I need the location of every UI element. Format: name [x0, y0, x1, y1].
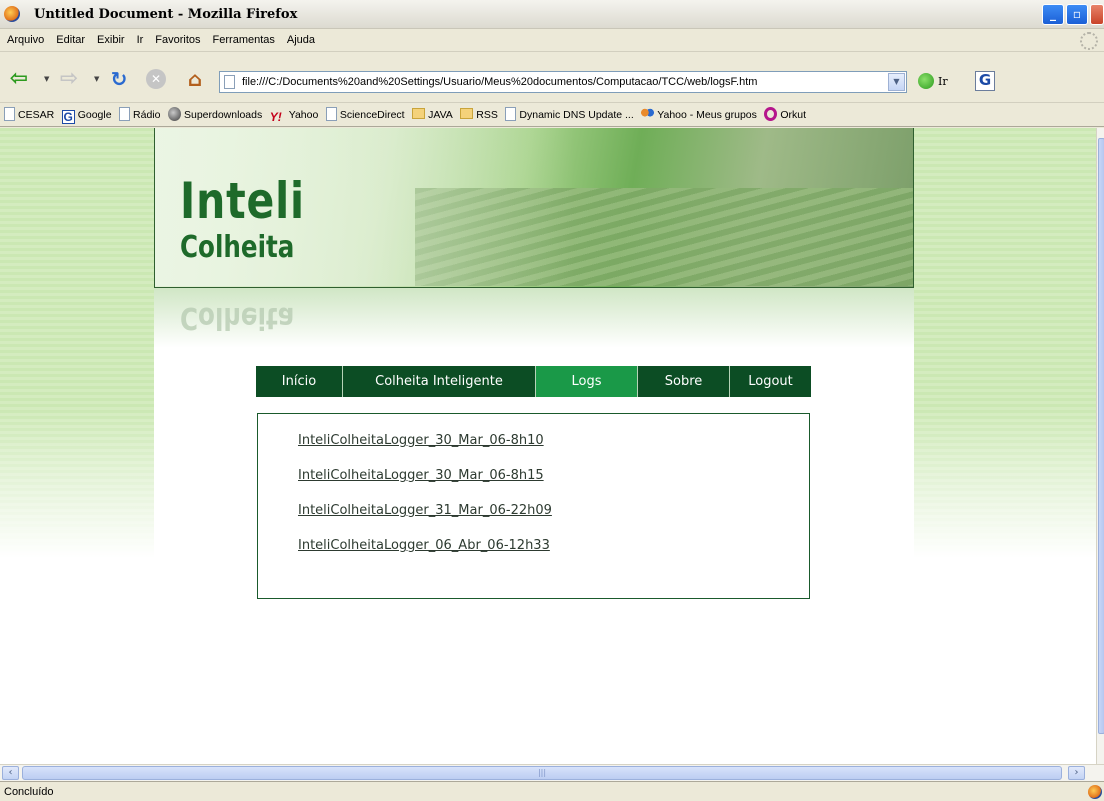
bookmark-radio[interactable]: Rádio [119, 107, 160, 121]
navigation-toolbar: ⇦ ▼ ⇨ ▼ ↻ ✕ ⌂ file:///C:/Documents%20and… [0, 52, 1104, 103]
bookmark-orkut[interactable]: Orkut [764, 107, 806, 121]
home-button[interactable]: ⌂ [182, 66, 208, 92]
status-text: Concluído [4, 786, 54, 798]
bookmark-superdownloads[interactable]: Superdownloads [167, 107, 262, 121]
search-engine-icon[interactable]: G [975, 71, 995, 91]
menu-favoritos[interactable]: Favoritos [148, 29, 205, 46]
logs-list: InteliColheitaLogger_30_Mar_06-8h10 Inte… [257, 413, 810, 599]
forward-button[interactable]: ⇨ [56, 66, 82, 92]
reload-button[interactable]: ↻ [106, 66, 132, 92]
bookmark-java[interactable]: JAVA [412, 108, 453, 121]
address-bar[interactable]: file:///C:/Documents%20and%20Settings/Us… [219, 71, 907, 93]
nav-sobre[interactable]: Sobre [638, 366, 730, 397]
folder-icon [460, 108, 474, 119]
throbber-icon [1080, 32, 1098, 50]
page-content: Inteli Colheita Colheita Início Colheita… [0, 128, 1096, 764]
group-icon [641, 107, 655, 121]
menu-arquivo[interactable]: Arquivo [0, 29, 49, 46]
close-button[interactable] [1090, 4, 1104, 25]
back-button[interactable]: ⇦ [6, 66, 32, 92]
orkut-icon [764, 107, 778, 121]
site-nav: Início Colheita Inteligente Logs Sobre L… [256, 366, 811, 397]
menu-ir[interactable]: Ir [130, 29, 149, 46]
logo-colheita: Colheita [180, 230, 295, 265]
page-icon [119, 107, 131, 121]
go-icon[interactable] [918, 73, 934, 89]
bookmark-sciencedirect[interactable]: ScienceDirect [325, 107, 405, 121]
firefox-status-icon [1088, 785, 1102, 799]
log-link[interactable]: InteliColheitaLogger_06_Abr_06-12h33 [298, 538, 550, 553]
forward-dropdown-icon[interactable]: ▼ [94, 75, 99, 83]
google-icon: G [61, 110, 75, 124]
maximize-button[interactable]: ▫ [1066, 4, 1088, 25]
menu-bar: Arquivo Editar Exibir Ir Favoritos Ferramenta… [0, 29, 1104, 52]
folder-icon [412, 108, 426, 119]
nav-logs[interactable]: Logs [536, 366, 638, 397]
horizontal-scrollbar[interactable]: ‹ ||| › [0, 764, 1104, 781]
menu-ajuda[interactable]: Ajuda [280, 29, 320, 46]
logo-reflection: Colheita [180, 300, 295, 335]
bookmark-google[interactable]: G Google [61, 109, 112, 124]
bookmark-cesar[interactable]: CESAR [4, 107, 54, 121]
vertical-scrollbar[interactable] [1096, 128, 1104, 764]
nav-logout[interactable]: Logout [730, 366, 811, 397]
nav-inicio[interactable]: Início [256, 366, 343, 397]
status-bar: Concluído [0, 781, 1104, 801]
firefox-icon [4, 6, 20, 22]
page-icon [4, 107, 15, 121]
title-bar: Untitled Document - Mozilla Firefox _ ▫ [0, 0, 1104, 29]
horizontal-scroll-thumb[interactable]: ||| [22, 766, 1062, 780]
url-dropdown-icon[interactable]: ▼ [888, 73, 905, 91]
bookmark-yahoo-groups[interactable]: Yahoo - Meus grupos [641, 107, 757, 121]
page-icon [505, 107, 517, 121]
vertical-scroll-thumb[interactable] [1098, 138, 1104, 734]
url-text[interactable]: file:///C:/Documents%20and%20Settings/Us… [242, 76, 757, 88]
window-title: Untitled Document - Mozilla Firefox [34, 7, 298, 22]
page-icon [325, 107, 337, 121]
menu-exibir[interactable]: Exibir [90, 29, 130, 46]
page-icon [224, 75, 235, 89]
bookmark-yahoo[interactable]: Y! Yahoo [270, 109, 319, 124]
menu-ferramentas[interactable]: Ferramentas [206, 29, 280, 46]
globe-icon [167, 107, 181, 121]
stop-button[interactable]: ✕ [146, 69, 166, 89]
log-link[interactable]: InteliColheitaLogger_30_Mar_06-8h15 [298, 468, 544, 483]
logo-inteli: Inteli [180, 172, 305, 230]
yahoo-icon: Y! [269, 110, 282, 124]
go-label[interactable]: Ir [938, 75, 948, 88]
bookmarks-toolbar: CESAR G Google Rádio Superdownloads Y! Yah… [0, 103, 1104, 127]
log-link[interactable]: InteliColheitaLogger_30_Mar_06-8h10 [298, 433, 544, 448]
bookmark-dynamic-dns[interactable]: Dynamic DNS Update ... [505, 107, 634, 121]
bookmark-rss[interactable]: RSS [460, 108, 498, 121]
back-dropdown-icon[interactable]: ▼ [44, 75, 49, 83]
scroll-right-icon[interactable]: › [1068, 766, 1085, 780]
nav-colheita-inteligente[interactable]: Colheita Inteligente [343, 366, 536, 397]
log-link[interactable]: InteliColheitaLogger_31_Mar_06-22h09 [298, 503, 552, 518]
minimize-button[interactable]: _ [1042, 4, 1064, 25]
menu-editar[interactable]: Editar [49, 29, 90, 46]
scroll-left-icon[interactable]: ‹ [2, 766, 19, 780]
